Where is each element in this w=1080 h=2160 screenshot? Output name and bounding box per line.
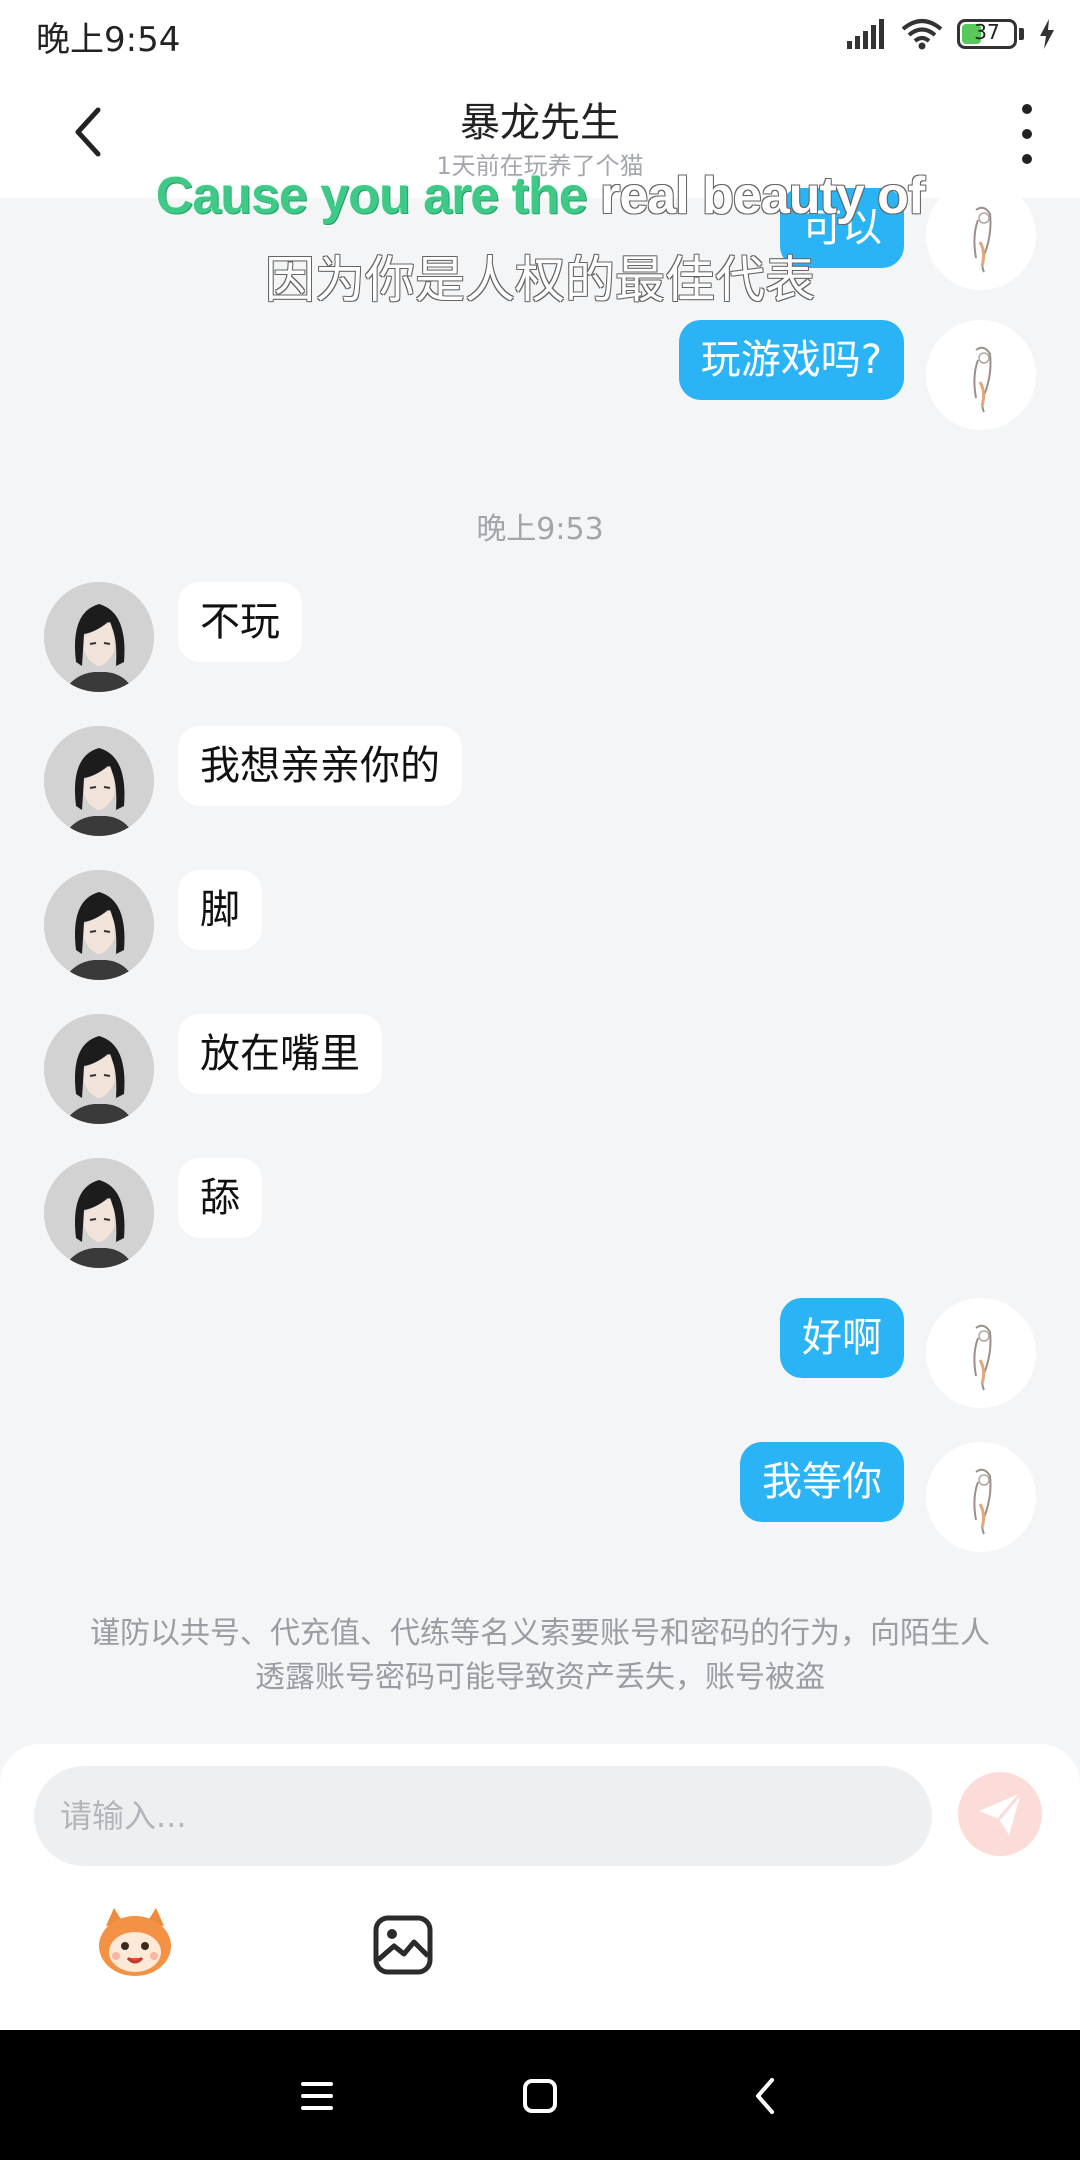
contact-avatar[interactable] <box>44 1014 154 1124</box>
battery-nub <box>1019 28 1024 40</box>
security-warning: 谨防以共号、代充值、代练等名义索要账号和密码的行为，向陌生人透露账号密码可能导致… <box>90 1616 990 1695</box>
chat-screen: 晚上9:54 37 暴龙先生 1天前在玩养了个猫 可以 玩游戏吗? 晚上9:53… <box>0 0 1080 2160</box>
message-row: 不玩 <box>0 582 1080 692</box>
my-avatar[interactable] <box>926 320 1036 430</box>
message-bubble-sent[interactable]: 玩游戏吗? <box>678 320 904 400</box>
time-divider: 晚上9:53 <box>476 512 604 547</box>
back-chevron-icon <box>756 2078 774 2114</box>
anime-avatar-icon <box>973 1324 992 1391</box>
message-row: 玩游戏吗? <box>0 320 1080 430</box>
system-back-button[interactable] <box>738 2068 794 2124</box>
message-bubble-received[interactable]: 舔 <box>178 1158 262 1238</box>
message-row: 脚 <box>0 870 1080 980</box>
lyric-overlay-english: Cause you are the real beauty of <box>0 166 1080 226</box>
anime-character-avatar-icon <box>44 582 154 692</box>
anime-avatar-icon <box>973 1468 992 1535</box>
lyric-unsung-part: real beauty of <box>586 167 925 225</box>
more-dot-icon <box>1022 154 1032 164</box>
signal-icon <box>847 19 884 49</box>
message-bubble-received[interactable]: 放在嘴里 <box>178 1014 382 1094</box>
anime-avatar-icon <box>973 346 992 413</box>
paper-plane-icon <box>979 1792 1023 1835</box>
message-row: 我等你 <box>0 1442 1080 1552</box>
message-input[interactable] <box>34 1766 932 1866</box>
message-bubble-sent[interactable]: 我等你 <box>740 1442 904 1522</box>
message-row: 放在嘴里 <box>0 1014 1080 1124</box>
contact-avatar[interactable] <box>44 870 154 980</box>
message-row: 我想亲亲你的 <box>0 726 1080 836</box>
message-bubble-received[interactable]: 脚 <box>178 870 262 950</box>
message-bubble-sent[interactable]: 好啊 <box>780 1298 904 1378</box>
battery-percentage: 37 <box>974 20 1000 44</box>
contact-avatar[interactable] <box>44 1158 154 1268</box>
system-navigation-bar <box>0 2030 1080 2160</box>
message-bubble-received[interactable]: 我想亲亲你的 <box>178 726 462 806</box>
send-button[interactable] <box>958 1772 1042 1856</box>
message-bubble-received[interactable]: 不玩 <box>178 582 302 662</box>
wifi-icon <box>901 19 943 50</box>
more-dot-icon <box>1022 104 1032 114</box>
my-avatar[interactable] <box>926 1442 1036 1552</box>
lyric-sung-part: Cause you are the <box>155 167 588 225</box>
home-square-icon <box>523 2079 557 2113</box>
charging-icon <box>1040 19 1054 49</box>
anime-character-avatar-icon <box>44 1158 154 1268</box>
anime-character-avatar-icon <box>44 870 154 980</box>
status-bar: 晚上9:54 37 <box>0 0 1080 66</box>
emoji-button[interactable] <box>94 1906 176 1978</box>
message-row: 好啊 <box>0 1298 1080 1408</box>
lyric-overlay-chinese: 因为你是人权的最佳代表 <box>265 251 815 309</box>
my-avatar[interactable] <box>926 1298 1036 1408</box>
message-composer <box>0 1744 1080 2030</box>
more-dot-icon <box>1022 129 1032 139</box>
battery-icon: 37 <box>957 19 1017 49</box>
hamburger-icon <box>301 2082 333 2110</box>
message-list[interactable]: 可以 玩游戏吗? 晚上9:53 不玩 我想亲亲你的 脚 放在嘴里 舔 好啊 我等… <box>0 180 1080 1738</box>
anime-character-avatar-icon <box>44 726 154 836</box>
menu-button[interactable] <box>289 2068 345 2124</box>
image-picker-button[interactable] <box>372 1914 434 1976</box>
status-icons: 37 <box>847 14 1056 54</box>
contact-name: 暴龙先生 <box>460 100 620 146</box>
message-row: 舔 <box>0 1158 1080 1268</box>
contact-avatar[interactable] <box>44 582 154 692</box>
status-time: 晚上9:54 <box>36 20 181 60</box>
more-options-button[interactable] <box>1012 104 1042 164</box>
contact-avatar[interactable] <box>44 726 154 836</box>
anime-character-avatar-icon <box>44 1014 154 1124</box>
home-button[interactable] <box>512 2068 568 2124</box>
